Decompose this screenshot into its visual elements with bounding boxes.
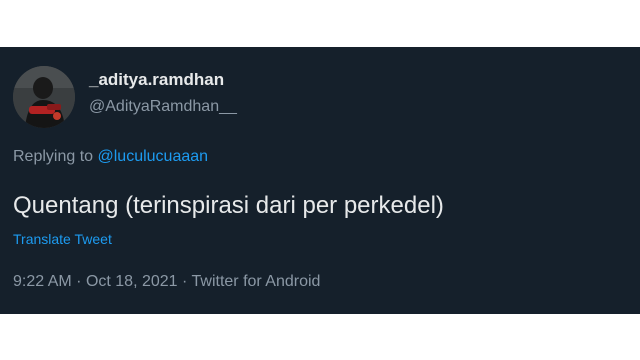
meta-separator: · bbox=[182, 273, 188, 290]
replying-prefix: Replying to bbox=[13, 148, 94, 165]
tweet-time[interactable]: 9:22 AM bbox=[13, 273, 72, 290]
replying-to-line: Replying to @luculucuaaan bbox=[13, 148, 208, 166]
tweet-card: _aditya.ramdhan @AdityaRamdhan__ Replyin… bbox=[0, 47, 640, 314]
display-name[interactable]: _aditya.ramdhan bbox=[89, 70, 224, 90]
translate-tweet-link[interactable]: Translate Tweet bbox=[13, 231, 112, 247]
avatar[interactable] bbox=[13, 66, 75, 128]
meta-separator: · bbox=[76, 273, 82, 290]
tweet-date[interactable]: Oct 18, 2021 bbox=[86, 273, 178, 290]
tweet-metadata: 9:22 AM · Oct 18, 2021 · Twitter for And… bbox=[13, 273, 320, 291]
tweet-source[interactable]: Twitter for Android bbox=[192, 273, 321, 290]
replying-to-mention-link[interactable]: @luculucuaaan bbox=[98, 148, 209, 165]
user-handle[interactable]: @AdityaRamdhan__ bbox=[89, 98, 237, 116]
tweet-text: Quentang (terinspirasi dari per perkedel… bbox=[13, 192, 444, 219]
